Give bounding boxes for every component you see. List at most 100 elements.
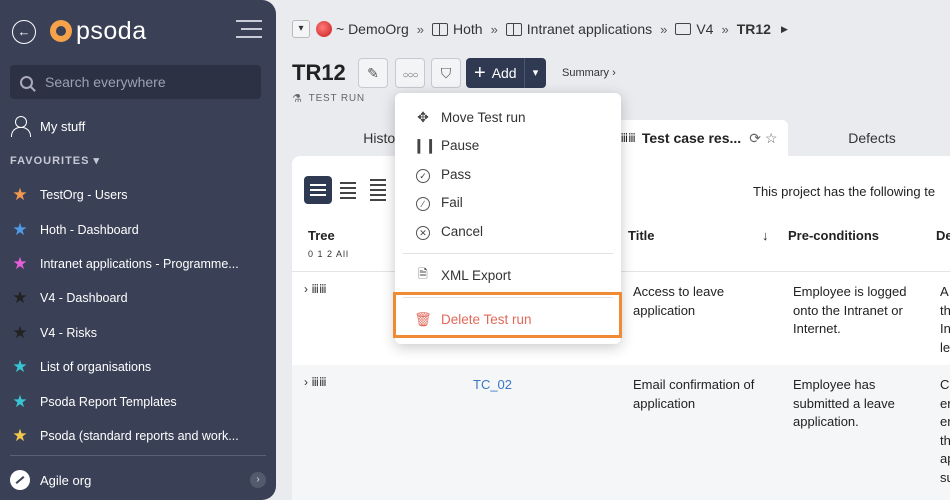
refresh-icon[interactable]: ⟳	[749, 130, 761, 147]
star-outline-icon[interactable]: ☆	[765, 130, 778, 147]
favourite-item[interactable]: ★ Intranet applications - Programme...	[10, 247, 266, 281]
column-header-title[interactable]: Title	[628, 228, 655, 243]
portfolio-icon	[431, 22, 448, 36]
breadcrumb-item[interactable]: Hoth	[431, 21, 483, 37]
favourite-item[interactable]: ★ Psoda (standard reports and work...	[10, 419, 266, 453]
column-header-description[interactable]: De	[936, 228, 950, 243]
xml-file-icon: 🗎	[418, 266, 428, 281]
favourite-item[interactable]: ★ V4 - Dashboard	[10, 281, 266, 315]
tag-button[interactable]: ⛉	[431, 58, 461, 88]
search-icon	[20, 75, 33, 89]
edit-button[interactable]: ✎	[358, 58, 388, 88]
chevron-down-icon[interactable]: ▾	[292, 20, 310, 38]
tab-bar: History ⅲⅲ Test case res... ⟳ ☆ Defects	[292, 120, 950, 156]
project-info-text: This project has the following te	[753, 184, 936, 199]
breadcrumb-item[interactable]: V4	[675, 21, 713, 37]
search-input[interactable]	[45, 74, 245, 90]
tag-icon: ⛉	[440, 65, 452, 81]
tab-defects[interactable]: Defects	[822, 120, 922, 156]
cell-preconditions: Employee is logged onto the Intranet or …	[793, 284, 907, 336]
my-stuff-link[interactable]: My stuff	[10, 116, 86, 137]
cell-description: A th In le	[940, 284, 950, 355]
user-icon	[10, 116, 31, 137]
tab-test-case-results[interactable]: ⅲⅲ Test case res... ⟳ ☆	[610, 120, 788, 156]
cell-description: Cl er er th ap su	[940, 377, 950, 485]
test-run-icon: ⚗	[292, 93, 303, 105]
favourites-list: ★ TestOrg - Users ★ Hoth - Dashboard ★ Intr…	[10, 178, 266, 453]
star-icon: ★	[12, 425, 28, 445]
move-icon: ✥	[417, 108, 429, 125]
tree-level-selector[interactable]: 0 1 2 All	[308, 249, 349, 259]
breadcrumb-separator: »	[721, 21, 729, 37]
menu-item-move[interactable]: ✥ Move Test run	[395, 103, 621, 131]
menu-item-xml-export[interactable]: 🗎 XML Export	[395, 261, 621, 289]
star-icon: ★	[12, 288, 28, 308]
search-box[interactable]	[10, 65, 261, 99]
favourite-item[interactable]: ★ List of organisations	[10, 350, 266, 384]
collapse-menu-icon[interactable]	[236, 20, 262, 42]
menu-divider	[403, 253, 613, 254]
page-subtitle: ⚗ TEST RUN	[292, 93, 365, 105]
view-switcher	[304, 176, 394, 204]
sidebar-divider	[10, 455, 266, 456]
org-icon	[316, 21, 332, 37]
add-label: Add	[491, 65, 517, 81]
org-switcher[interactable]: Agile org ›	[10, 470, 266, 490]
star-icon: ★	[12, 322, 28, 342]
chevron-right-icon[interactable]: ›	[250, 472, 266, 488]
view-normal-button[interactable]	[334, 176, 362, 204]
delete-highlight-box	[393, 292, 622, 338]
favourite-item[interactable]: ★ Hoth - Dashboard	[10, 212, 266, 246]
menu-item-pause[interactable]: ❙❙ Pause	[395, 131, 621, 159]
psoda-logo[interactable]: psoda	[50, 14, 147, 48]
add-button[interactable]: + Add ▾	[466, 58, 546, 88]
breadcrumb-item[interactable]: Intranet applications	[505, 21, 652, 37]
chevron-down-icon[interactable]: ▾	[524, 58, 546, 88]
breadcrumb-current: TR12	[736, 21, 771, 37]
programme-icon	[505, 22, 522, 36]
play-icon[interactable]: ▶	[781, 24, 788, 35]
cell-id-link[interactable]: TC_02	[473, 376, 512, 395]
sort-desc-icon[interactable]: ↓	[762, 228, 769, 243]
org-name: Agile org	[40, 472, 92, 488]
back-arrow-icon[interactable]: ←	[12, 20, 36, 44]
favourite-item[interactable]: ★ Psoda Report Templates	[10, 384, 266, 418]
star-icon: ★	[12, 253, 28, 273]
logo-mark-icon	[50, 20, 72, 42]
view-expanded-button[interactable]	[304, 176, 332, 204]
test-case-icon: ⅲⅲ	[620, 131, 636, 145]
check-circle-icon: ✓	[413, 166, 433, 183]
breadcrumb-separator: »	[660, 21, 668, 37]
compass-icon	[10, 470, 30, 490]
more-icon: ○○○	[402, 70, 418, 81]
menu-item-pass[interactable]: ✓ Pass	[395, 160, 621, 188]
plus-icon: +	[474, 62, 486, 84]
favourites-heading[interactable]: FAVOURITES ▾	[10, 154, 100, 167]
view-compact-button[interactable]	[364, 176, 392, 204]
pencil-icon: ✎	[367, 65, 379, 81]
more-button[interactable]: ○○○	[395, 58, 425, 88]
favourite-item[interactable]: ★ TestOrg - Users	[10, 178, 266, 212]
column-header-preconditions[interactable]: Pre-conditions	[788, 228, 879, 243]
star-icon: ★	[12, 357, 28, 377]
summary-link[interactable]: Summary ›	[562, 67, 616, 79]
favourite-item[interactable]: ★ V4 - Risks	[10, 316, 266, 350]
cell-preconditions: Employee has submitted a leave applicati…	[793, 377, 895, 429]
pause-icon: ❙❙	[413, 136, 437, 153]
breadcrumb-separator: »	[416, 21, 424, 37]
my-stuff-label: My stuff	[40, 118, 86, 134]
star-icon: ★	[12, 391, 28, 411]
breadcrumb-separator: »	[490, 21, 498, 37]
page-title: TR12	[292, 60, 346, 85]
project-icon	[675, 23, 692, 35]
menu-item-cancel[interactable]: ✕ Cancel	[395, 217, 621, 245]
star-icon: ★	[12, 219, 28, 239]
breadcrumb-org[interactable]: ~ DemoOrg	[336, 21, 409, 37]
menu-item-fail[interactable]: ∕ Fail	[395, 188, 621, 216]
cell-title: Access to leave application	[633, 284, 725, 318]
column-header-tree[interactable]: Tree	[308, 228, 335, 243]
cell-title: Email confirmation of application	[633, 377, 755, 411]
expand-icon[interactable]: › ⅲⅲ	[304, 375, 327, 389]
cancel-circle-icon: ✕	[413, 223, 433, 240]
expand-icon[interactable]: › ⅲⅲ	[304, 282, 327, 296]
